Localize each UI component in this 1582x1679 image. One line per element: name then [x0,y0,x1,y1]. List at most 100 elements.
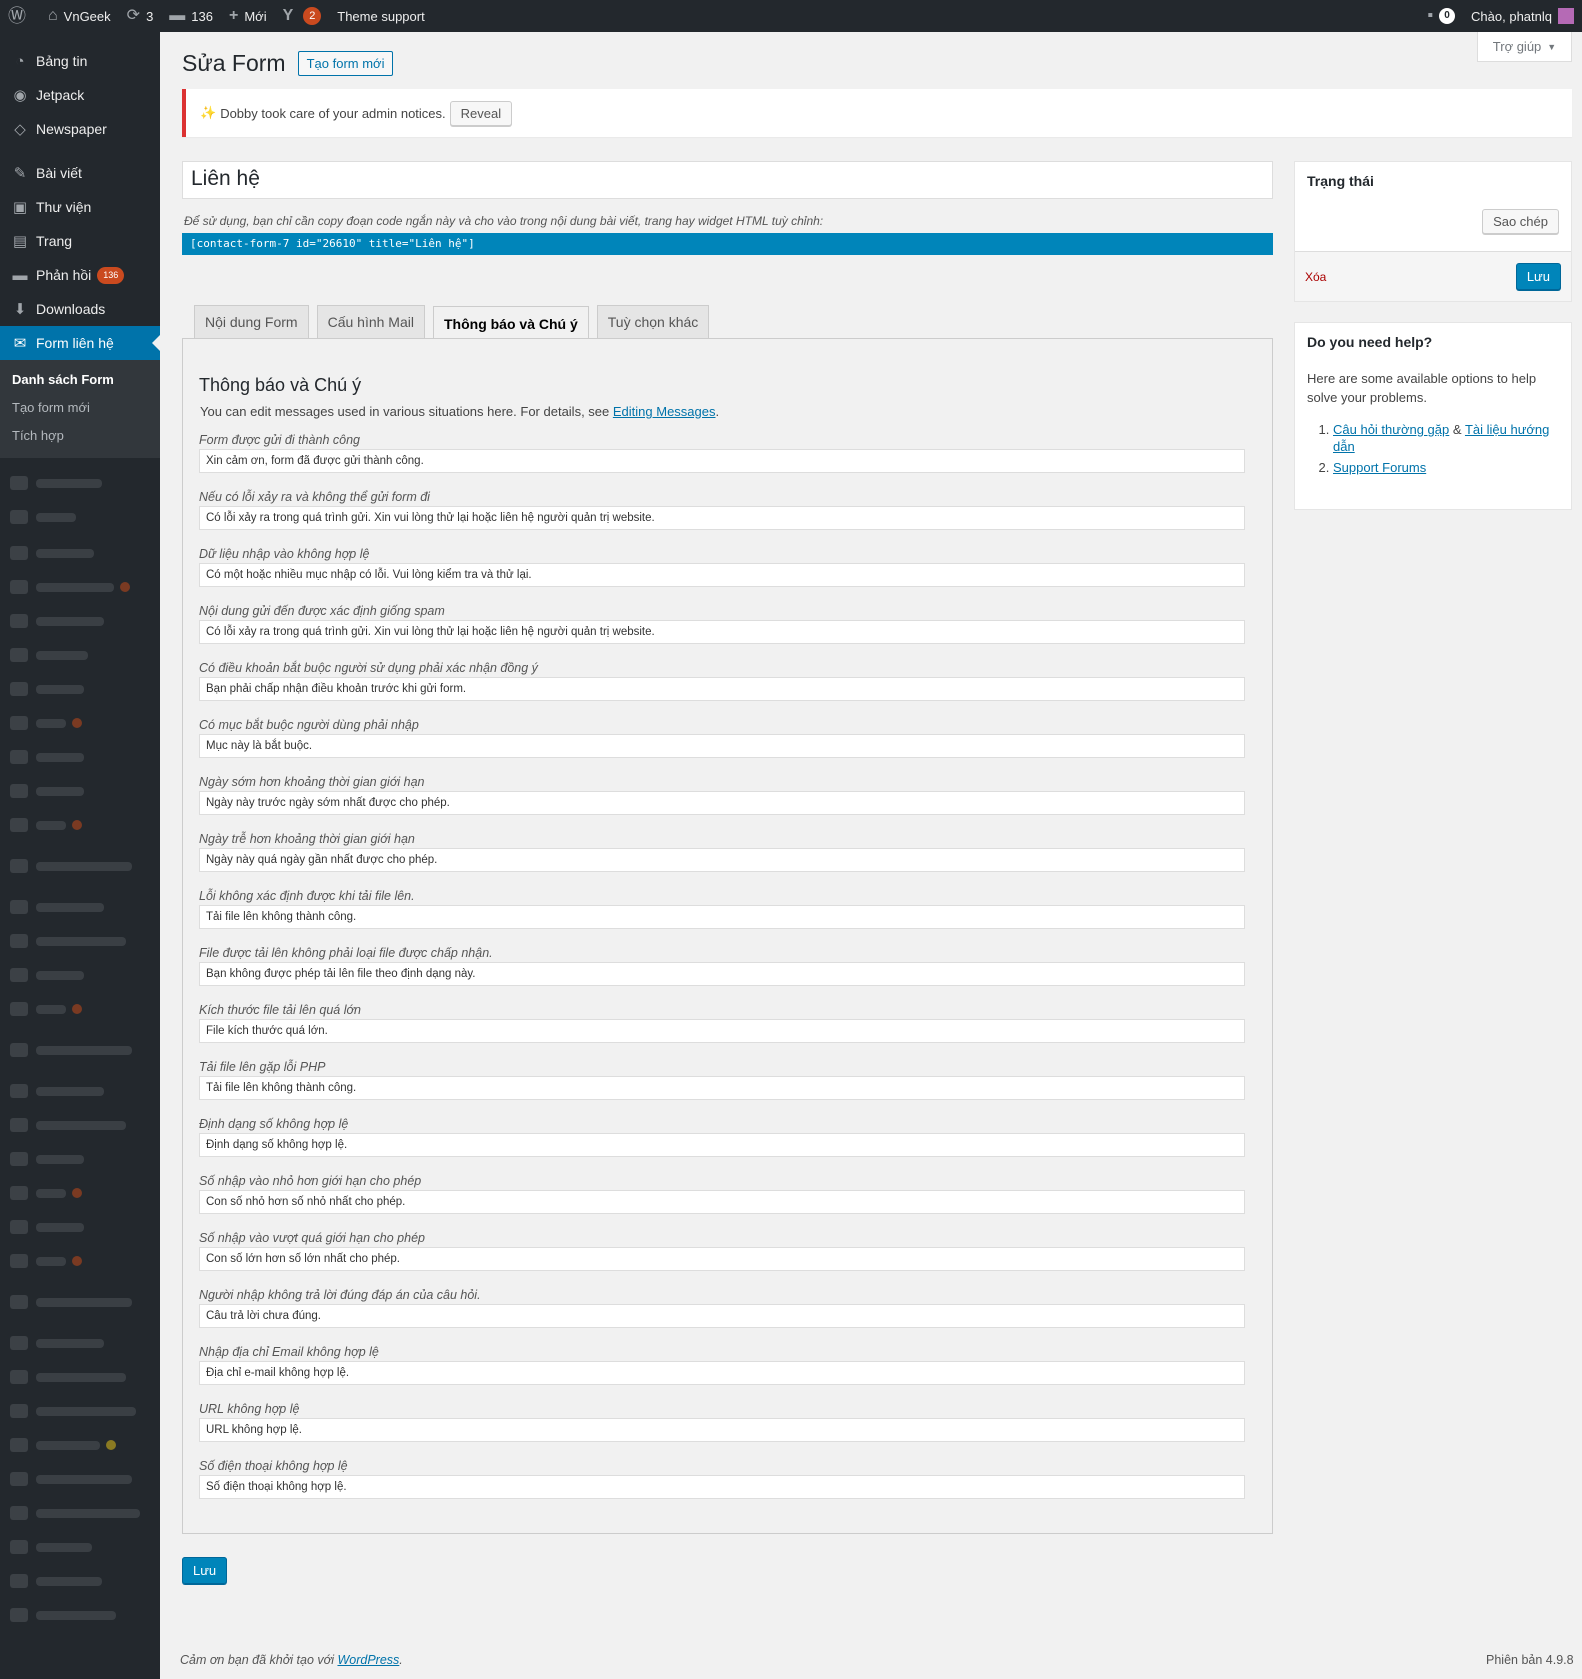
blurred-menu-item[interactable] [0,774,160,808]
blurred-menu-item[interactable] [0,1244,160,1278]
message-field-input[interactable]: Con số lớn hơn số lớn nhất cho phép. [199,1247,1245,1271]
form-title-input[interactable]: Liên hệ [182,161,1273,199]
submenu-add-new-form[interactable]: Tạo form mới [0,394,160,422]
message-field-input[interactable]: Ngày này quá ngày gần nhất được cho phép… [199,848,1245,872]
submenu-integration[interactable]: Tích hợp [0,422,160,450]
updates-link[interactable]: ⟳ 3 [119,0,162,32]
message-field-input[interactable]: Xin cảm ơn, form đã được gửi thành công. [199,449,1245,473]
message-field-input[interactable]: Định dạng số không hợp lệ. [199,1133,1245,1157]
blurred-menu-item[interactable] [0,958,160,992]
blurred-menu-item[interactable] [0,500,160,534]
blurred-menu-item[interactable] [0,638,160,672]
my-account-link[interactable]: Chào, phatnlq [1463,0,1582,32]
blurred-menu-item[interactable] [0,1210,160,1244]
blurred-menu-item[interactable] [0,1394,160,1428]
message-field-input[interactable]: Con số nhỏ hơn số nhỏ nhất cho phép. [199,1190,1245,1214]
blurred-menu-item[interactable] [0,1496,160,1530]
sidebar-item-pages[interactable]: ▤ Trang [0,224,160,258]
wordpress-logo-button[interactable]: Ⓦ [0,0,40,32]
blurred-menu-item[interactable] [0,1142,160,1176]
save-button-bottom[interactable]: Lưu [182,1557,228,1584]
blurred-menu-item[interactable] [0,808,160,842]
submenu-form-list[interactable]: Danh sách Form [0,366,160,394]
sidebar-item-downloads[interactable]: ⬇ Downloads [0,292,160,326]
sidebar-item-label: Downloads [36,301,106,317]
blurred-label [36,902,104,912]
tab-mail-config[interactable]: Cấu hình Mail [316,305,425,338]
reveal-button[interactable]: Reveal [449,100,513,126]
sidebar-item-contact-form[interactable]: ✉ Form liên hệ [0,326,160,360]
help-list-item: Câu hỏi thường gặp & Tài liệu hướng dẫn [1333,421,1571,455]
message-field-label: Số nhập vào nhỏ hơn giới hạn cho phép [199,1174,422,1188]
delete-link[interactable]: Xóa [1305,270,1326,284]
blurred-menu-item[interactable] [0,570,160,604]
message-field-label: Có mục bắt buộc người dùng phải nhập [199,718,419,732]
message-field-input[interactable]: Tải file lên không thành công. [199,1076,1245,1100]
help-tab-button[interactable]: Trợ giúp ▼ [1477,32,1572,62]
message-field-input[interactable]: Ngày này trước ngày sớm nhất được cho ph… [199,791,1245,815]
message-field-input[interactable]: Bạn phải chấp nhận điều khoản trước khi … [199,677,1245,701]
message-field-input[interactable]: Tải file lên không thành công. [199,905,1245,929]
message-field-input[interactable]: Số điện thoại không hợp lệ. [199,1475,1245,1499]
message-field-input[interactable]: Có lỗi xảy ra trong quá trình gửi. Xin v… [199,506,1245,530]
comments-link[interactable]: ▬ 136 [161,0,221,32]
message-field-input[interactable]: Có một hoặc nhiều mục nhập có lỗi. Vui l… [199,563,1245,587]
message-field-input[interactable]: Câu trả lời chưa đúng. [199,1304,1245,1328]
blurred-menu-item[interactable] [0,1108,160,1142]
blurred-icon [10,682,28,696]
panel-heading: Thông báo và Chú ý [199,375,362,395]
blurred-menu-item[interactable] [0,1278,160,1326]
blurred-menu-item[interactable] [0,992,160,1026]
new-content-link[interactable]: + Mới [221,0,275,32]
sidebar-item-media[interactable]: ▣ Thư viện [0,190,160,224]
blurred-menu-item[interactable] [0,1462,160,1496]
blurred-menu-item[interactable] [0,1026,160,1074]
blurred-menu-item[interactable] [0,1074,160,1108]
theme-support-link[interactable]: Theme support [329,0,432,32]
wordpress-link[interactable]: WordPress [337,1653,399,1667]
blurred-menu-item[interactable] [0,924,160,958]
blurred-menu-item[interactable] [0,842,160,890]
save-button[interactable]: Lưu [1515,263,1561,290]
blurred-menu-item[interactable] [0,466,160,500]
message-field-input[interactable]: Mục này là bắt buộc. [199,734,1245,758]
tab-additional-settings[interactable]: Tuỳ chọn khác [596,305,710,338]
duplicate-button[interactable]: Sao chép [1482,209,1559,234]
blurred-menu-item[interactable] [0,890,160,924]
sidebar-item-newspaper[interactable]: ◇ Newspaper [0,112,160,146]
blurred-menu-item[interactable] [0,1176,160,1210]
message-field-input[interactable]: Bạn không được phép tải lên file theo đị… [199,962,1245,986]
sidebar-item-comments[interactable]: ▬ Phản hồi 136 [0,258,160,292]
blurred-menu-item[interactable] [0,536,160,570]
blurred-menu-item[interactable] [0,672,160,706]
editing-messages-link[interactable]: Editing Messages [613,404,716,419]
blurred-menu-item[interactable] [0,604,160,638]
message-field-input[interactable]: Địa chỉ e-mail không hợp lệ. [199,1361,1245,1385]
notifications-link[interactable]: ▪ 0 [1419,0,1463,32]
blurred-menu-item[interactable] [0,706,160,740]
footer-thanks-text: Cảm ơn bạn đã khởi tạo với [180,1653,338,1667]
tab-form-content[interactable]: Nội dung Form [194,305,309,338]
blurred-menu-item[interactable] [0,1530,160,1564]
faq-link[interactable]: Câu hỏi thường gặp [1333,422,1449,437]
shortcode-field[interactable]: [contact-form-7 id="26610" title="Liên h… [182,233,1273,255]
help-list-item: Support Forums [1333,459,1571,476]
message-field-input[interactable]: URL không hợp lệ. [199,1418,1245,1442]
message-field-input[interactable]: Có lỗi xảy ra trong quá trình gửi. Xin v… [199,620,1245,644]
support-forums-link[interactable]: Support Forums [1333,460,1426,475]
message-field-input[interactable]: File kích thước quá lớn. [199,1019,1245,1043]
add-new-form-button[interactable]: Tạo form mới [297,51,394,76]
yoast-link[interactable]: Y 2 [275,0,330,32]
sidebar-item-posts[interactable]: ✎ Bài viết [0,156,160,190]
tab-messages[interactable]: Thông báo và Chú ý [432,306,589,340]
site-name-link[interactable]: ⌂ VnGeek [40,0,119,32]
comment-icon: ▬ [12,266,28,284]
blurred-menu-item[interactable] [0,740,160,774]
blurred-menu-item[interactable] [0,1428,160,1462]
blurred-menu-item[interactable] [0,1326,160,1360]
blurred-menu-item[interactable] [0,1360,160,1394]
blurred-menu-item[interactable] [0,1598,160,1632]
sidebar-item-jetpack[interactable]: ◉ Jetpack [0,78,160,112]
sidebar-item-dashboard[interactable]: ◔ Bảng tin [0,44,160,78]
blurred-menu-item[interactable] [0,1564,160,1598]
